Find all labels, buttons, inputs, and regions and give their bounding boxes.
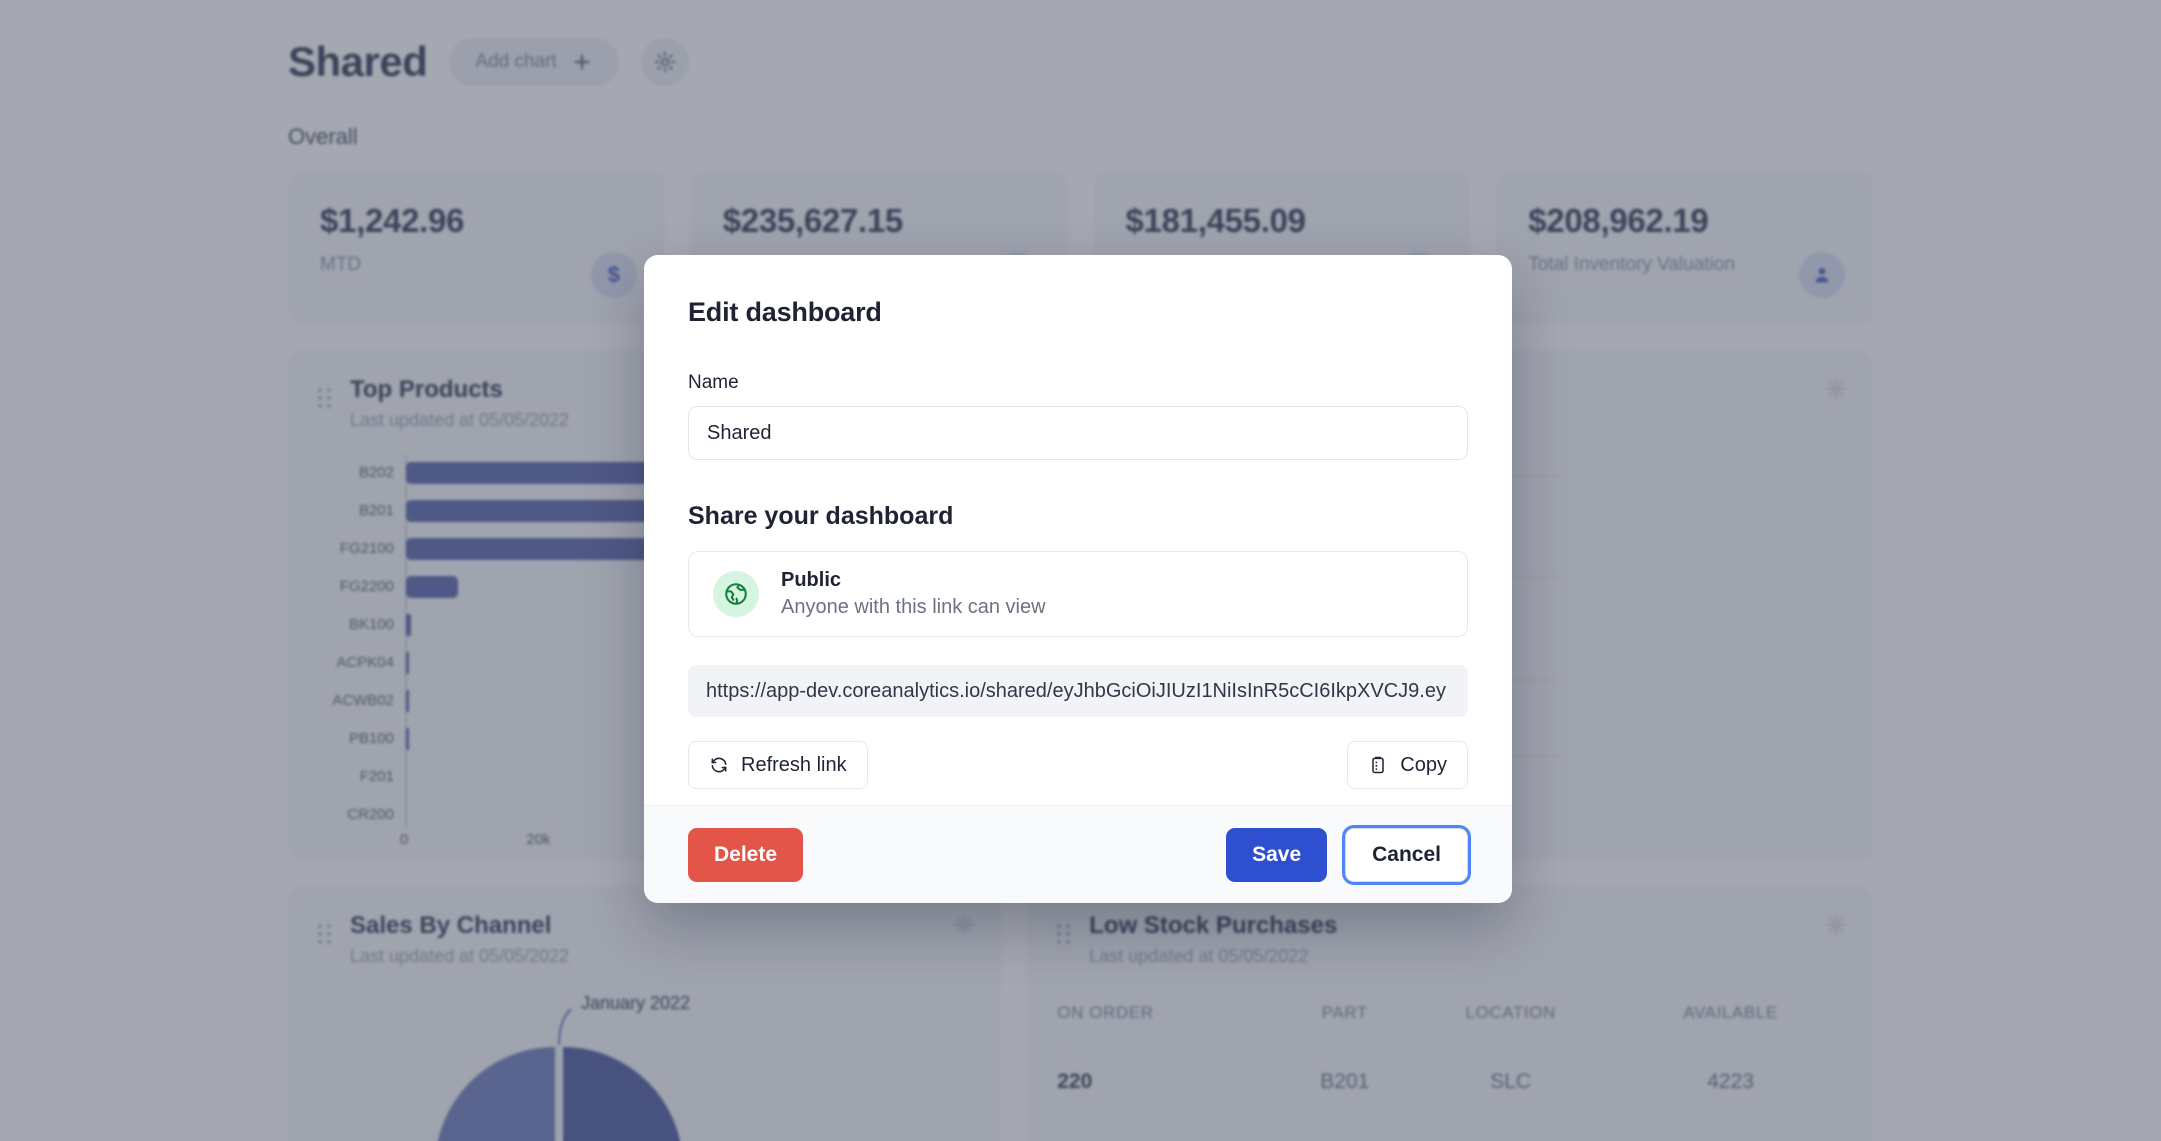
- edit-dashboard-modal: Edit dashboard Name Dashboard name Share…: [644, 255, 1512, 903]
- refresh-link-button[interactable]: Refresh link: [688, 741, 868, 789]
- modal-footer: Delete Save Cancel: [644, 805, 1512, 903]
- copy-link-label: Copy: [1400, 753, 1447, 776]
- copy-link-button[interactable]: Copy: [1347, 741, 1468, 789]
- visibility-option-public[interactable]: Public Anyone with this link can view: [688, 551, 1468, 637]
- share-link-text: https://app-dev.coreanalytics.io/shared/…: [706, 679, 1446, 702]
- refresh-link-label: Refresh link: [741, 753, 847, 776]
- delete-button[interactable]: Delete: [688, 827, 804, 882]
- share-section-heading: Share your dashboard: [688, 502, 954, 530]
- dashboard-name-input[interactable]: [688, 406, 1468, 460]
- cancel-button[interactable]: Cancel: [1345, 827, 1468, 882]
- save-button[interactable]: Save: [1226, 827, 1328, 882]
- refresh-icon: [711, 757, 727, 773]
- name-field-label: Name: [688, 372, 739, 393]
- globe-icon: [713, 571, 759, 617]
- clipboard-icon: [1372, 756, 1385, 774]
- visibility-name: Public: [781, 569, 842, 591]
- visibility-description: Anyone with this link can view: [781, 596, 1046, 618]
- share-link-box[interactable]: https://app-dev.coreanalytics.io/shared/…: [688, 665, 1468, 717]
- link-actions-row: Refresh link Copy: [688, 741, 1468, 789]
- modal-title: Edit dashboard: [688, 297, 882, 327]
